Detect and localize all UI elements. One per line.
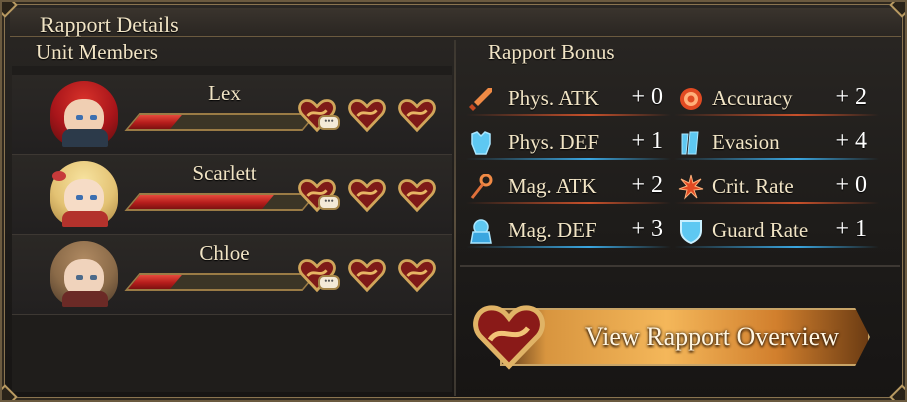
heart-icon [398, 179, 436, 213]
panel-divider [454, 40, 456, 396]
bonus-label: Guard Rate [712, 218, 809, 242]
bonus-value: + 2 [835, 84, 867, 110]
chat-bubble-icon[interactable]: ••• [318, 275, 340, 290]
rapport-heart-icon [473, 305, 545, 370]
bonus-value: + 0 [835, 172, 867, 198]
bonus-label: Accuracy [712, 86, 793, 110]
bonus-mag-def: Mag. DEF + 3 [466, 216, 671, 248]
rapport-bar [124, 273, 318, 291]
bonus-value: + 1 [631, 128, 663, 154]
bonus-phys-atk: Phys. ATK + 0 [466, 84, 671, 116]
view-rapport-overview-button[interactable]: View Rapport Overview [500, 308, 870, 366]
sword-icon [469, 88, 492, 111]
heart-icon [348, 99, 386, 133]
target-icon [680, 88, 702, 110]
member-row-lex[interactable]: Lex ••• [12, 75, 452, 155]
rapport-bonus-heading: Rapport Bonus [488, 40, 615, 64]
bonus-divider [460, 265, 900, 267]
chat-bubble-icon[interactable]: ••• [318, 115, 340, 130]
evasion-icon [681, 131, 699, 155]
bonus-value: + 4 [835, 128, 867, 154]
title-bar: Rapport Details [10, 8, 901, 37]
bonus-evasion: Evasion + 4 [674, 128, 879, 160]
heart-icon [398, 259, 436, 293]
member-name: Lex [208, 81, 241, 105]
bonus-phys-def: Phys. DEF + 1 [466, 128, 671, 160]
bonus-label: Crit. Rate [712, 174, 794, 198]
unit-members-heading: Unit Members [36, 40, 158, 64]
member-row-chloe[interactable]: Chloe ••• [12, 235, 452, 315]
bonus-accuracy: Accuracy + 2 [674, 84, 879, 116]
bonus-label: Mag. ATK [508, 174, 597, 198]
bonus-crit-rate: Crit. Rate + 0 [674, 172, 879, 204]
frame-corner [889, 384, 905, 400]
bonus-value: + 2 [631, 172, 663, 198]
heart-icon [398, 99, 436, 133]
crit-icon [678, 174, 704, 200]
portrait-avatar [50, 81, 118, 147]
robe-icon [470, 219, 492, 244]
rapport-bar [124, 113, 318, 131]
portrait-avatar [50, 161, 118, 227]
bonus-guard-rate: Guard Rate + 1 [674, 216, 879, 248]
window-title: Rapport Details [40, 12, 179, 37]
shield-icon [680, 220, 702, 244]
rapport-bar [124, 193, 318, 211]
bonus-label: Evasion [712, 130, 780, 154]
rapport-hearts: ••• [298, 257, 448, 297]
rapport-hearts: ••• [298, 177, 448, 217]
member-name: Scarlett [192, 161, 257, 185]
heart-icon [348, 259, 386, 293]
bonus-label: Mag. DEF [508, 218, 597, 242]
member-name: Chloe [199, 241, 250, 265]
staff-icon [470, 174, 493, 199]
rapport-details-window: Rapport Details Unit Members Rapport Bon… [0, 0, 907, 402]
bonus-value: + 0 [631, 84, 663, 110]
member-row-scarlett[interactable]: Scarlett ••• [12, 155, 452, 235]
bonus-label: Phys. DEF [508, 130, 600, 154]
chat-bubble-icon[interactable]: ••• [318, 195, 340, 210]
armor-icon [471, 131, 491, 155]
heart-icon [348, 179, 386, 213]
bonus-value: + 1 [835, 216, 867, 242]
bonus-label: Phys. ATK [508, 86, 600, 110]
bonus-mag-atk: Mag. ATK + 2 [466, 172, 671, 204]
bonus-value: + 3 [631, 216, 663, 242]
rapport-hearts: ••• [298, 97, 448, 137]
button-label: View Rapport Overview [584, 322, 840, 351]
portrait-avatar [50, 241, 118, 307]
